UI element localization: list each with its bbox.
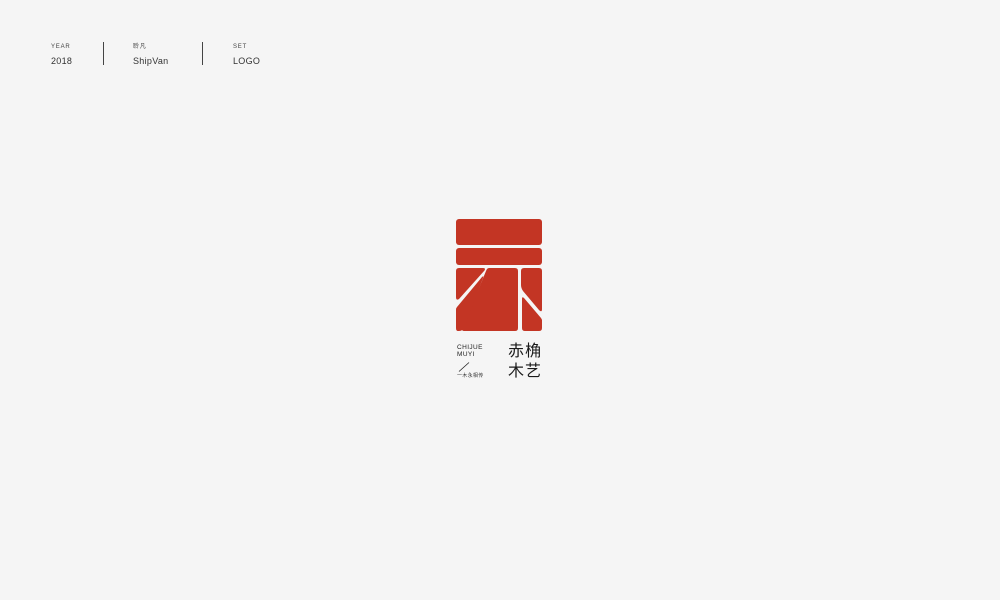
year-value: 2018 — [51, 56, 73, 66]
set-column: SET LOGO — [233, 43, 260, 67]
brand-name-line-2: 木艺 — [508, 361, 543, 380]
brand-latin-line-2: MUYI — [457, 351, 475, 358]
year-column: YEAR 2018 — [51, 43, 72, 67]
brand-name-line-1: 赤桷 — [508, 341, 543, 360]
brand-logo-icon — [456, 219, 542, 331]
divider — [202, 42, 203, 65]
author-column: 聆凡 ShipVan — [133, 43, 168, 67]
slash-divider-icon — [458, 362, 470, 372]
divider — [103, 42, 104, 65]
author-label: 聆凡 — [133, 44, 147, 50]
set-label: SET — [233, 44, 248, 50]
author-value: ShipVan — [133, 56, 169, 66]
year-label: YEAR — [51, 44, 71, 50]
brand-tagline: 一木永相传 — [457, 373, 484, 379]
brand-latin-line-1: CHIJUE — [457, 344, 483, 351]
set-value: LOGO — [233, 56, 261, 66]
logo-caption: CHIJUE MUYI 一木永相传 赤桷 木艺 — [457, 341, 547, 383]
